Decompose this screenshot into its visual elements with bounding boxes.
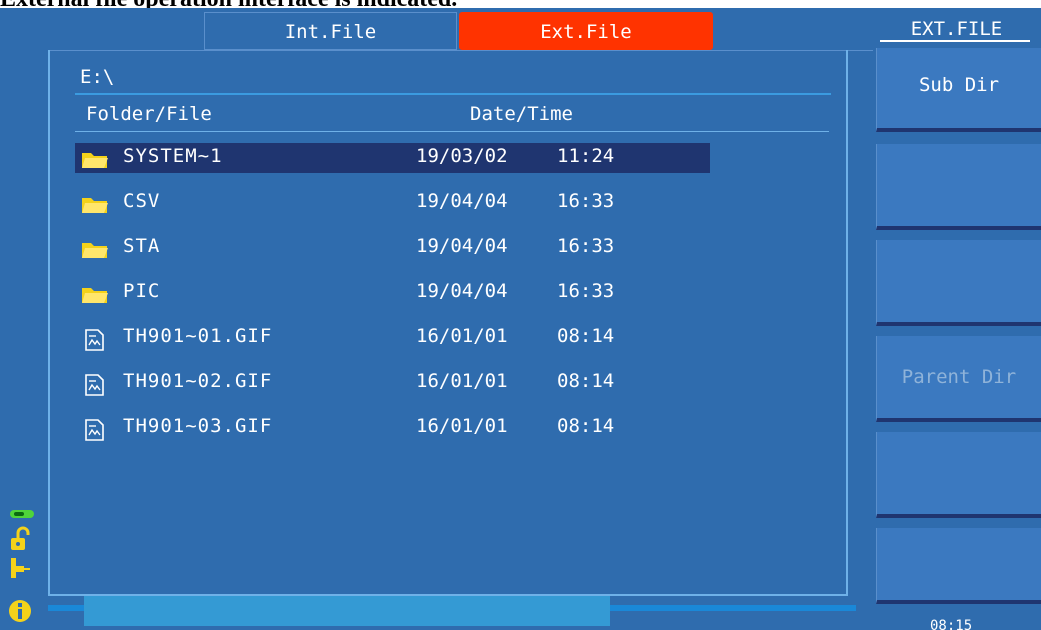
softkey-6[interactable] xyxy=(876,528,1041,604)
path-divider xyxy=(75,93,831,95)
softkey-3[interactable] xyxy=(876,240,1041,326)
row-date: 16/01/01 xyxy=(416,325,508,347)
folder-row[interactable]: SYSTEM~1 19/03/02 11:24 xyxy=(75,143,710,173)
folder-icon xyxy=(81,149,109,169)
softkey-5[interactable] xyxy=(876,432,1041,518)
row-time: 16:33 xyxy=(557,280,615,302)
folder-icon xyxy=(81,239,109,259)
power-plug-icon xyxy=(11,558,30,578)
row-time: 08:14 xyxy=(557,325,615,347)
image-file-icon xyxy=(81,419,109,441)
softkey-title-underline xyxy=(880,40,1030,42)
sub-dir-label: Sub Dir xyxy=(918,74,1000,96)
row-name: TH901~01.GIF xyxy=(123,325,273,347)
usb-icon xyxy=(10,510,34,518)
row-name: SYSTEM~1 xyxy=(123,145,223,167)
row-name: PIC xyxy=(123,280,161,302)
row-time: 08:14 xyxy=(557,415,615,437)
header-divider xyxy=(75,131,829,132)
folder-icon xyxy=(81,284,109,304)
file-row[interactable]: TH901~02.GIF 16/01/01 08:14 xyxy=(75,368,710,398)
row-date: 19/04/04 xyxy=(416,190,508,212)
row-time: 08:14 xyxy=(557,370,615,392)
folder-row[interactable]: STA 19/04/04 16:33 xyxy=(75,233,710,263)
row-name: CSV xyxy=(123,190,161,212)
row-time: 11:24 xyxy=(557,145,615,167)
file-row[interactable]: TH901~01.GIF 16/01/01 08:14 xyxy=(75,323,710,353)
scrollbar-thumb[interactable] xyxy=(84,596,610,626)
row-date: 19/03/02 xyxy=(416,145,508,167)
row-name: STA xyxy=(123,235,161,257)
sub-dir-softkey[interactable]: Sub Dir xyxy=(876,48,1041,132)
folder-row[interactable]: PIC 19/04/04 16:33 xyxy=(75,278,710,308)
parent-dir-label: Parent Dir xyxy=(901,366,1017,388)
unlock-icon xyxy=(11,526,30,550)
row-time: 16:33 xyxy=(557,235,615,257)
softkey-2[interactable] xyxy=(876,144,1041,230)
image-file-icon xyxy=(81,329,109,351)
row-date: 19/04/04 xyxy=(416,280,508,302)
folder-icon xyxy=(81,194,109,214)
parent-dir-softkey[interactable]: Parent Dir xyxy=(876,336,1041,422)
row-name: TH901~02.GIF xyxy=(123,370,273,392)
row-date: 16/01/01 xyxy=(416,370,508,392)
row-date: 19/04/04 xyxy=(416,235,508,257)
column-header-datetime: Date/Time xyxy=(470,103,573,125)
info-icon[interactable] xyxy=(8,598,32,624)
tab-external-file[interactable]: Ext.File xyxy=(459,12,713,50)
tab-internal-file[interactable]: Int.File xyxy=(204,12,457,50)
row-name: TH901~03.GIF xyxy=(123,415,273,437)
file-row[interactable]: TH901~03.GIF 16/01/01 08:14 xyxy=(75,413,710,443)
instrument-screen: Int.File Ext.File E:\ Folder/File Date/T… xyxy=(0,8,1041,630)
current-path: E:\ xyxy=(80,66,115,88)
row-date: 16/01/01 xyxy=(416,415,508,437)
system-clock: 08:15 xyxy=(930,618,973,630)
column-header-name: Folder/File xyxy=(86,103,212,125)
folder-row[interactable]: CSV 19/04/04 16:33 xyxy=(75,188,710,218)
image-file-icon xyxy=(81,374,109,396)
row-time: 16:33 xyxy=(557,190,615,212)
